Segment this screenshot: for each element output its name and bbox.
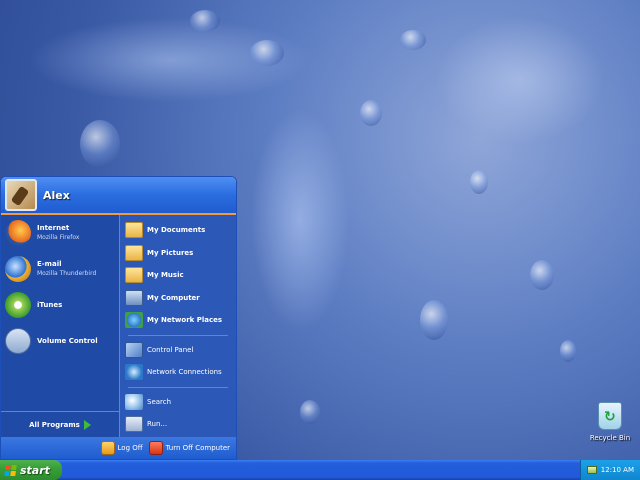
log-off-button[interactable]: Log Off — [100, 441, 143, 455]
places-pane: My Documents My Pictures My Music My Com… — [119, 215, 236, 437]
computer-icon — [125, 289, 143, 306]
itunes-icon — [5, 292, 31, 318]
recycle-bin-icon: ↻ — [598, 402, 622, 430]
thunderbird-icon — [5, 256, 31, 282]
place-label: My Network Places — [147, 316, 223, 325]
start-menu: Alex Internet Mozilla Firefox E-mail Moz… — [0, 176, 237, 460]
search-icon — [125, 393, 143, 410]
place-my-computer[interactable]: My Computer — [120, 287, 236, 310]
system-network-connections[interactable]: Network Connections — [120, 361, 236, 384]
water-drop — [250, 40, 284, 66]
start-menu-body: Internet Mozilla Firefox E-mail Mozilla … — [1, 215, 236, 437]
user-avatar[interactable] — [5, 179, 37, 211]
water-drop — [470, 170, 488, 194]
system-label: Control Panel — [147, 345, 194, 354]
turn-off-button[interactable]: Turn Off Computer — [148, 441, 230, 455]
user-name: Alex — [43, 188, 70, 202]
water-drop — [190, 10, 220, 32]
power-icon — [148, 441, 163, 455]
recycle-bin-label: Recycle Bin — [589, 434, 631, 442]
system-control-panel[interactable]: Control Panel — [120, 339, 236, 362]
windows-logo-icon — [4, 464, 17, 476]
program-label: iTunes — [37, 300, 63, 309]
tool-label: Search — [147, 397, 172, 406]
place-my-documents[interactable]: My Documents — [120, 219, 236, 242]
program-label: Volume Control — [37, 336, 98, 345]
program-label: Internet — [37, 224, 70, 232]
system-label: Network Connections — [147, 368, 222, 377]
system-tray: 12:10 AM — [580, 460, 640, 480]
folder-pictures-icon — [125, 244, 143, 261]
programs-pane: Internet Mozilla Firefox E-mail Mozilla … — [1, 215, 119, 437]
place-my-network-places[interactable]: My Network Places — [120, 309, 236, 332]
control-panel-icon — [125, 341, 143, 358]
program-subtitle: Mozilla Thunderbird — [37, 270, 97, 277]
program-internet[interactable]: Internet Mozilla Firefox — [1, 215, 119, 251]
water-drop — [300, 400, 320, 424]
water-drop — [530, 260, 554, 290]
start-menu-footer: Log Off Turn Off Computer — [1, 437, 236, 459]
menu-separator — [128, 334, 228, 336]
folder-documents-icon — [125, 222, 143, 239]
volume-control-icon — [5, 328, 31, 354]
place-label: My Music — [147, 271, 184, 280]
water-drop — [420, 300, 448, 340]
water-drop — [360, 100, 382, 126]
tool-search[interactable]: Search — [120, 391, 236, 414]
program-label: E-mail — [37, 260, 62, 268]
firefox-icon — [5, 220, 31, 246]
network-places-icon — [125, 312, 143, 329]
recycle-bin[interactable]: ↻ Recycle Bin — [588, 402, 632, 442]
water-drop — [560, 340, 576, 362]
all-programs-button[interactable]: All Programs — [1, 411, 119, 437]
program-itunes[interactable]: iTunes — [1, 287, 119, 323]
tool-run[interactable]: Run... — [120, 413, 236, 436]
key-icon — [100, 441, 115, 455]
place-my-pictures[interactable]: My Pictures — [120, 242, 236, 265]
tool-label: Run... — [147, 420, 168, 429]
menu-separator — [128, 386, 228, 388]
place-my-music[interactable]: My Music — [120, 264, 236, 287]
network-status-icon[interactable] — [586, 466, 597, 474]
arrow-right-icon — [83, 419, 91, 430]
start-label: start — [20, 463, 50, 477]
turn-off-label: Turn Off Computer — [165, 444, 230, 452]
taskbar: start 12:10 AM — [0, 460, 640, 480]
all-programs-label: All Programs — [29, 420, 80, 429]
place-label: My Documents — [147, 226, 206, 235]
program-email[interactable]: E-mail Mozilla Thunderbird — [1, 251, 119, 287]
place-label: My Pictures — [147, 248, 194, 257]
clock[interactable]: 12:10 AM — [601, 466, 634, 474]
program-volume-control[interactable]: Volume Control — [1, 323, 119, 359]
network-connections-icon — [125, 364, 143, 381]
log-off-label: Log Off — [117, 444, 143, 452]
water-drop — [400, 30, 426, 50]
folder-music-icon — [125, 267, 143, 284]
water-drop — [80, 120, 120, 168]
program-subtitle: Mozilla Firefox — [37, 234, 80, 241]
place-label: My Computer — [147, 293, 200, 302]
start-menu-header: Alex — [1, 177, 236, 215]
run-icon — [125, 416, 143, 433]
start-button[interactable]: start — [0, 460, 62, 480]
